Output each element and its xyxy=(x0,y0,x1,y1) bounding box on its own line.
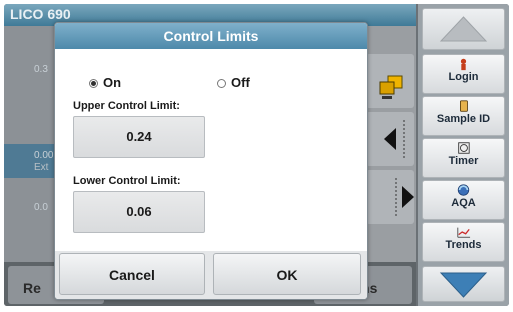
row-value-3: 0.0 xyxy=(34,202,48,213)
scroll-up-button[interactable] xyxy=(422,8,505,50)
aqa-icon xyxy=(457,184,470,196)
scroll-left-button[interactable] xyxy=(366,112,414,166)
sidebar-item-label-sample-id: Sample ID xyxy=(436,113,491,125)
person-icon xyxy=(460,58,467,71)
sidebar-item-label-aqa: AQA xyxy=(451,197,476,209)
tool-column xyxy=(364,26,416,262)
monitor-icon xyxy=(379,75,403,99)
scroll-down-button[interactable] xyxy=(422,266,505,302)
dialog-button-area: Cancel OK xyxy=(55,251,367,299)
scroll-right-button[interactable] xyxy=(366,170,414,224)
sidebar-item-label-login: Login xyxy=(448,71,479,83)
radio-off[interactable]: Off xyxy=(217,75,250,90)
instrument-screen: LICO 690 0.3 0.00 Ext 0.0 Re Login Sampl… xyxy=(4,4,509,306)
triangle-left-icon xyxy=(384,120,405,158)
vial-icon xyxy=(460,100,468,112)
radio-selected-icon xyxy=(89,79,98,88)
right-sidebar: Login Sample ID Timer AQA Trends xyxy=(418,4,509,306)
sidebar-item-label-timer: Timer xyxy=(448,155,479,167)
row-value-2: 0.00 xyxy=(34,150,54,161)
sidebar-item-aqa[interactable]: AQA xyxy=(422,180,505,220)
row-ext-label: Ext xyxy=(34,162,49,173)
control-limits-dialog: Control Limits On Off Upper Control Limi… xyxy=(54,22,368,300)
ok-button[interactable]: OK xyxy=(213,253,361,295)
row-value-1: 0.3 xyxy=(34,64,48,75)
sidebar-item-trends[interactable]: Trends xyxy=(422,222,505,262)
trends-icon xyxy=(457,227,471,238)
sidebar-item-timer[interactable]: Timer xyxy=(422,138,505,178)
sidebar-item-label-trends: Trends xyxy=(445,239,482,251)
sidebar-item-sample-id[interactable]: Sample ID xyxy=(422,96,505,136)
lower-limit-input[interactable]: 0.06 xyxy=(73,191,205,233)
triangle-right-icon xyxy=(395,178,414,216)
radio-on[interactable]: On xyxy=(89,75,121,90)
radio-unselected-icon xyxy=(217,79,226,88)
upper-limit-label: Upper Control Limit: xyxy=(73,100,180,112)
sidebar-item-login[interactable]: Login xyxy=(422,54,505,94)
lower-limit-label: Lower Control Limit: xyxy=(73,175,181,187)
dialog-title: Control Limits xyxy=(55,23,367,49)
monitor-button[interactable] xyxy=(366,54,414,108)
timer-icon xyxy=(458,142,470,154)
app-title: LICO 690 xyxy=(10,6,71,22)
radio-on-label: On xyxy=(103,75,122,90)
bottom-left-label: Re xyxy=(23,280,41,296)
arrow-up-icon xyxy=(439,16,488,42)
cancel-button[interactable]: Cancel xyxy=(59,253,205,295)
arrow-down-icon xyxy=(439,272,488,298)
radio-off-label: Off xyxy=(231,75,250,90)
upper-limit-input[interactable]: 0.24 xyxy=(73,116,205,158)
